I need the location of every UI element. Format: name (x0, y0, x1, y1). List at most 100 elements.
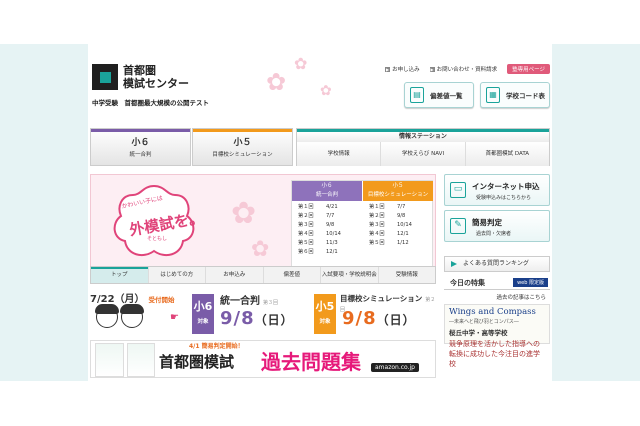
feature-school: 桜丘中学・高等学校 (449, 329, 508, 337)
today-feature-title: 今日の特集 (450, 279, 485, 287)
past-title-main: 首都圏模試 (159, 353, 235, 371)
feature-article[interactable]: Wings and Compass ―未来へと飛び羽とコンパス― 桜丘中学・高等… (444, 304, 550, 368)
schedule-grade6-sub: 統一合判 (315, 192, 338, 198)
round: 第３回 (298, 222, 314, 228)
archive-link[interactable]: 過去の記事はこちら (444, 290, 550, 301)
page-container: ✿ ✿ ✿ 首都圏 模試センター 中学受験 首都圏最大規模の公開テスト ▶ お申し… (88, 44, 552, 381)
grade5-exam-date: 9/8（日） (342, 308, 416, 329)
info-station: 情報ステーション 学校情報 学校えらび NAVI 首都圏模試 DATA (296, 128, 550, 166)
right-margin (552, 44, 640, 381)
schedule-grade5: 小５ 目標校シミュレーション 第１回 7/7 第２回 9/8 第３回 10/14 第４… (363, 181, 433, 250)
kids-illustration (95, 304, 144, 328)
date: 10/14 (397, 222, 412, 228)
book-cover (126, 343, 155, 377)
simple-judge-button[interactable]: ✎ 簡易判定 過去問・欠席者 (444, 210, 550, 242)
tab-grade6-sub: 統一合判 (129, 152, 152, 158)
date: 12/1 (397, 231, 409, 237)
sakura-decoration: ✿ (266, 68, 287, 96)
today-feature-header: 今日の特集 web 限定版 (444, 278, 550, 290)
info-station-title: 情報ステーション (297, 129, 549, 142)
nav-school-info[interactable]: 学校情報 (297, 142, 381, 166)
tab-grade5-title: 小５ (233, 138, 252, 148)
subnav-first-time[interactable]: はじめての方 (147, 267, 206, 283)
tab-grade5[interactable]: 小５ 目標校シミュレーション (192, 128, 293, 166)
top-links: ▶ お申し込み ▶ お問い合わせ・資料請求 塾専用ページ (385, 64, 550, 74)
grade6-round: 第３回 (263, 300, 279, 306)
round: 第３回 (369, 222, 385, 228)
date: 11/3 (326, 240, 338, 246)
grade6-dow: （日） (254, 313, 294, 327)
web-limited-badge: web 限定版 (513, 278, 548, 287)
schedule-row: 第１回 7/7 (369, 203, 427, 212)
sakura-decoration: ✿ (320, 83, 332, 99)
sakura-decoration: ✿ (294, 54, 308, 73)
logo-line2: 模試センター (123, 77, 189, 90)
date: 4/21 (326, 204, 338, 210)
schedule-row: 第２回 7/7 (298, 212, 356, 221)
site-logo[interactable]: 首都圏 模試センター (123, 64, 189, 90)
deviation-list-label: 偏差値一覧 (430, 92, 463, 100)
exam-banner[interactable]: 7/22（月） 受付開始 ☛ 小6 対象 統一合判 第３回 9/8（日） 小5 対象… (90, 290, 436, 336)
tab-grade6[interactable]: 小６ 統一合判 (90, 128, 191, 166)
tab-grade5-sub: 目標校シミュレーション (212, 152, 273, 158)
round: 第１回 (369, 204, 385, 210)
apply-link[interactable]: ▶ お申し込み (385, 65, 420, 73)
nav-school-navi[interactable]: 学校えらび NAVI (380, 142, 465, 166)
schedule-grade5-title: 小５ (392, 183, 404, 189)
subnav-deviation[interactable]: 偏差値 (262, 267, 321, 283)
tab-grade6-title: 小６ (131, 138, 150, 148)
boy-icon (95, 304, 119, 328)
subnav-exam-info[interactable]: 受験情報 (377, 267, 436, 283)
sakura-decoration: ✿ (231, 196, 257, 231)
subnav-admission[interactable]: 入試要項・学校説明会 (320, 267, 378, 283)
schedule-row: 第２回 9/8 (369, 212, 427, 221)
date: 1/12 (397, 240, 409, 246)
round: 第２回 (298, 213, 314, 219)
grade6-name: 統一合判 (220, 296, 260, 307)
contact-link-label: お問い合わせ・資料請求 (436, 67, 498, 73)
grade6-target-tag: 小6 対象 (192, 294, 214, 334)
nav-moshi-data[interactable]: 首都圏模試 DATA (464, 142, 549, 166)
date: 10/14 (326, 231, 341, 237)
round: 第４回 (369, 231, 385, 237)
apply-link-label: お申し込み (392, 67, 420, 73)
logo-icon[interactable] (92, 64, 118, 90)
schedule-grade5-sub: 目標校シミュレーション (367, 192, 429, 198)
subnav-apply[interactable]: お申込み (205, 267, 263, 283)
schedule-row: 第６回 12/1 (298, 248, 356, 257)
deviation-list-button[interactable]: ▤ 偏差値一覧 (404, 82, 474, 108)
round: 第６回 (298, 249, 314, 255)
document-search-icon: ▤ (410, 87, 424, 103)
grade6-exam-name: 統一合判 第３回 (220, 292, 278, 307)
schedule-row: 第３回 9/8 (298, 221, 356, 230)
schedule-row: 第５回 1/12 (369, 239, 427, 248)
girl-icon (120, 304, 144, 328)
grade6-date: 9/8 (220, 308, 255, 329)
round: 第４回 (298, 231, 314, 237)
feature-title: Wings and Compass (449, 307, 536, 317)
feature-lead: 競争原理を活かした指導への転換に成功した今注目の進学校 (449, 340, 540, 368)
subnav-top[interactable]: トップ (91, 267, 148, 283)
grade6-exam-date: 9/8（日） (220, 308, 294, 329)
internet-apply-sub: 受験申込みはこちらから (476, 195, 532, 201)
grade5-dow: （日） (376, 313, 416, 327)
school-code-button[interactable]: ▦ 学校コード表 (480, 82, 550, 108)
contact-link[interactable]: ▶ お問い合わせ・資料請求 (429, 65, 498, 73)
simple-judge-title: 簡易判定 (472, 218, 502, 227)
schedule-row: 第４回 12/1 (369, 230, 427, 239)
grade5-name: 目標校シミュレーション (340, 294, 423, 303)
schedule-row: 第３回 10/14 (369, 221, 427, 230)
main-nav: 小６ 統一合判 小５ 目標校シミュレーション 情報ステーション 学校情報 学校え… (90, 128, 550, 166)
school-code-label: 学校コード表 (506, 92, 545, 100)
amazon-badge[interactable]: amazon.co.jp (371, 363, 419, 372)
date: 12/1 (326, 249, 338, 255)
internet-apply-button[interactable]: ▭ インターネット申込 受験申込みはこちらから (444, 174, 550, 206)
grade5-num: 小5 (315, 300, 335, 313)
date: 7/7 (326, 213, 335, 219)
grade6-target: 対象 (197, 319, 209, 325)
feature-subtitle: ―未来へと飛び羽とコンパス― (449, 319, 519, 325)
grade5-date: 9/8 (342, 308, 377, 329)
faq-ranking-link[interactable]: よくある質問ランキング (444, 256, 550, 272)
juku-page-button[interactable]: 塾専用ページ (507, 64, 550, 74)
past-exam-banner[interactable]: 4/1 簡易判定開始！ 首都圏模試 過去問題集 amazon.co.jp (90, 340, 436, 378)
